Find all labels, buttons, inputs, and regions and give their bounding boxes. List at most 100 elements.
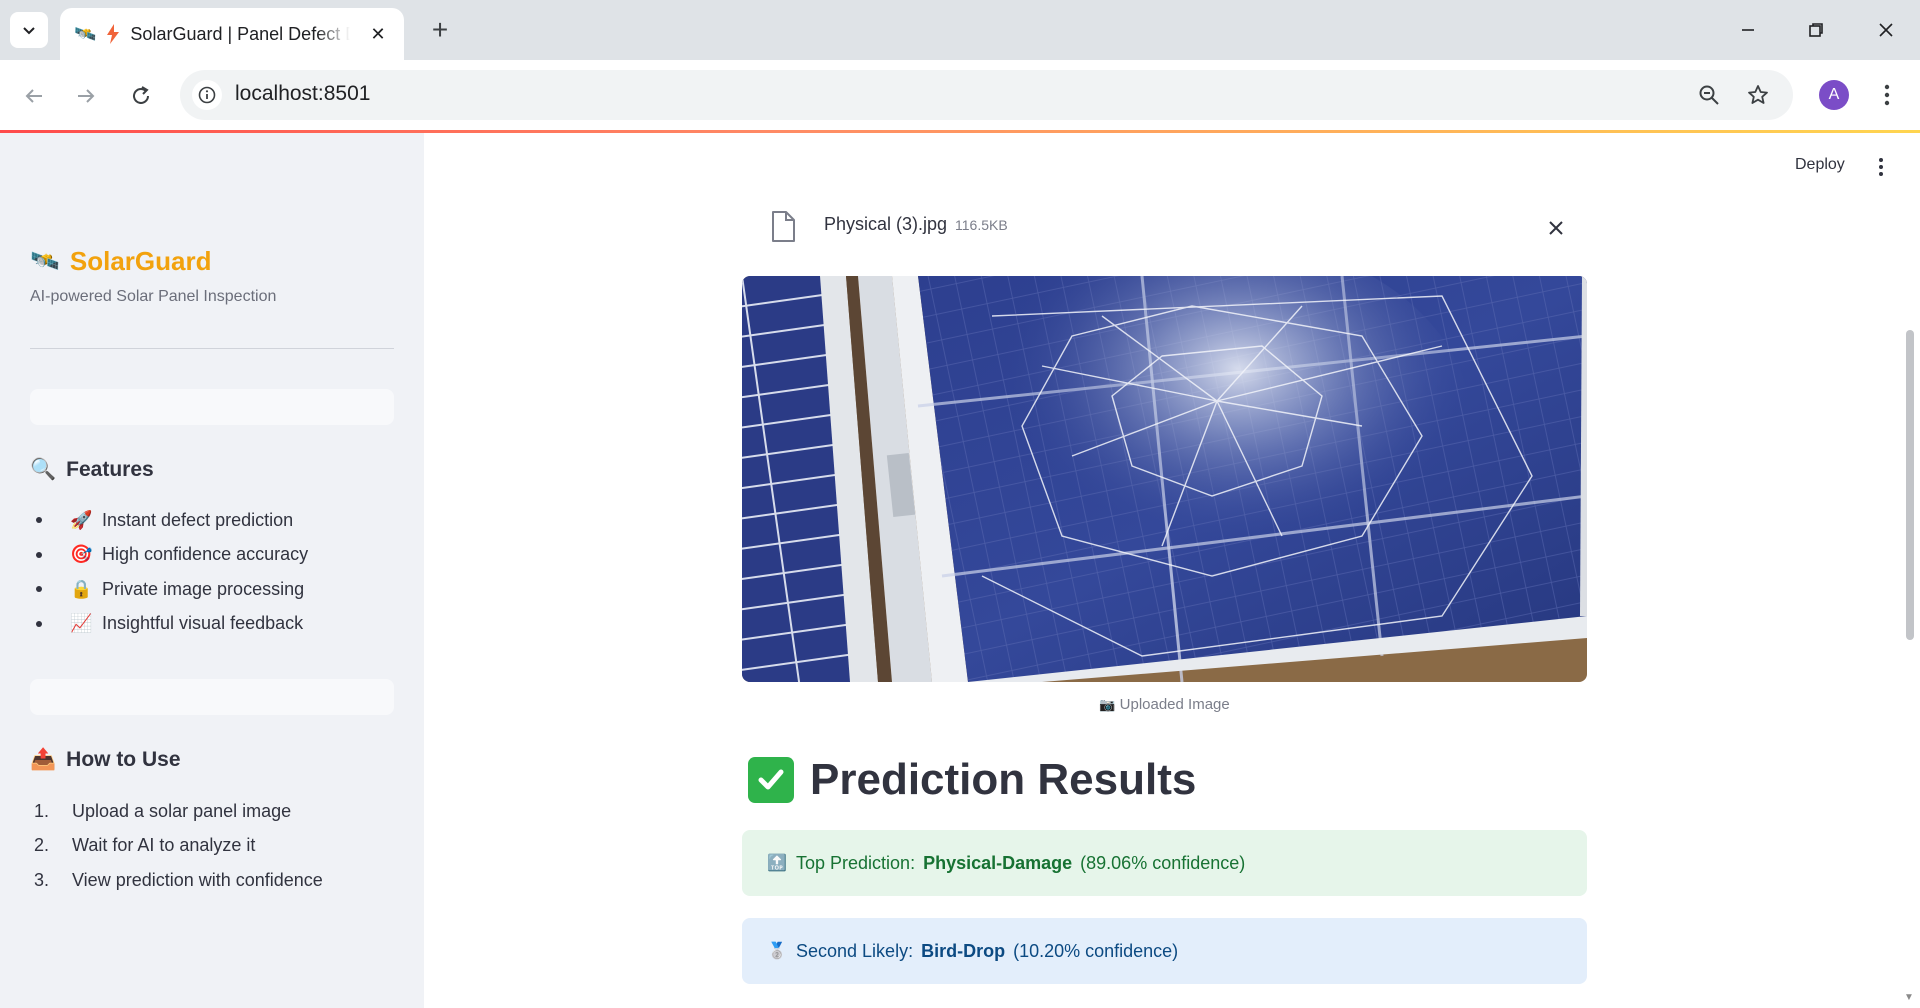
forward-button[interactable] bbox=[66, 76, 106, 116]
app-title: SolarGuard bbox=[69, 246, 212, 276]
sidebar: 🛰️ SolarGuard AI-powered Solar Panel Ins… bbox=[0, 133, 424, 1008]
lock-icon: 🔒 bbox=[70, 578, 93, 599]
file-icon bbox=[768, 210, 798, 249]
camera-icon: 📷 bbox=[1099, 697, 1116, 712]
top-prediction-prefix: Top Prediction: bbox=[796, 852, 916, 873]
features-list: 🚀 Instant defect prediction 🎯 High confide… bbox=[30, 503, 308, 641]
info-icon bbox=[198, 86, 216, 104]
feature-label: Instant defect prediction bbox=[102, 509, 294, 530]
top-arrow-icon: 🔝 bbox=[767, 855, 787, 872]
minimize-button[interactable] bbox=[1728, 12, 1768, 48]
back-button[interactable] bbox=[14, 76, 54, 116]
bullet-dot bbox=[36, 620, 42, 627]
satellite-favicon-icon: 🛰️ bbox=[74, 23, 97, 44]
satellite-icon: 🛰️ bbox=[30, 247, 60, 275]
list-item: 2. Wait for AI to analyze it bbox=[30, 829, 323, 864]
browser-tab-strip: 🛰️ SolarGuard | Panel Defect Detection ✕… bbox=[0, 0, 1920, 60]
sidebar-divider bbox=[30, 348, 394, 349]
arrow-left-icon bbox=[25, 89, 42, 103]
image-caption: 📷 Uploaded Image bbox=[742, 696, 1587, 713]
step-number: 3. bbox=[34, 869, 50, 890]
results-title: Prediction Results bbox=[810, 755, 1197, 804]
app-subtitle: AI-powered Solar Panel Inspection bbox=[30, 288, 277, 305]
sidebar-spacer-box bbox=[30, 679, 394, 715]
feature-label: Insightful visual feedback bbox=[102, 613, 304, 634]
list-item: 1. Upload a solar panel image bbox=[30, 794, 323, 829]
step-label: Wait for AI to analyze it bbox=[72, 835, 256, 856]
second-prediction-prefix: Second Likely: bbox=[796, 940, 914, 961]
outbox-tray-icon: 📤 bbox=[30, 748, 57, 771]
zoom-button[interactable] bbox=[1692, 78, 1726, 112]
sidebar-brand: 🛰️ SolarGuard bbox=[30, 246, 211, 277]
site-info-button[interactable] bbox=[192, 80, 222, 110]
browser-tab-active[interactable]: 🛰️ SolarGuard | Panel Defect Detection ✕ bbox=[60, 8, 404, 60]
step-label: Upload a solar panel image bbox=[72, 800, 292, 821]
image-caption-text: Uploaded Image bbox=[1119, 696, 1230, 713]
bullet-dot bbox=[36, 586, 42, 593]
address-bar[interactable] bbox=[180, 70, 1793, 120]
deploy-button[interactable]: Deploy bbox=[1795, 156, 1845, 174]
step-label: View prediction with confidence bbox=[72, 869, 323, 890]
zoom-out-icon bbox=[1699, 85, 1719, 105]
rocket-icon: 🚀 bbox=[70, 509, 93, 530]
step-number: 2. bbox=[34, 835, 50, 856]
app-menu-button[interactable] bbox=[1868, 154, 1894, 180]
arrow-right-icon bbox=[78, 89, 95, 103]
new-tab-button[interactable]: + bbox=[424, 14, 456, 46]
step-number: 1. bbox=[34, 800, 50, 821]
chart-up-icon: 📈 bbox=[70, 613, 93, 634]
more-vertical-icon bbox=[1884, 84, 1890, 106]
list-item: 🚀 Instant defect prediction bbox=[30, 503, 308, 538]
magnifier-icon: 🔍 bbox=[30, 458, 57, 481]
close-icon bbox=[1549, 221, 1563, 235]
lightning-icon bbox=[107, 24, 120, 44]
remove-file-button[interactable] bbox=[1542, 214, 1570, 242]
check-mark-icon bbox=[748, 757, 794, 803]
how-to-heading-text: How to Use bbox=[66, 748, 181, 771]
results-heading: Prediction Results bbox=[748, 755, 1196, 805]
tab-close-icon[interactable]: ✕ bbox=[366, 24, 390, 45]
how-to-steps: 1. Upload a solar panel image 2. Wait for … bbox=[30, 794, 323, 898]
more-vertical-icon bbox=[1879, 158, 1883, 176]
top-prediction-alert: 🔝 Top Prediction: Physical-Damage (89.06… bbox=[742, 830, 1587, 896]
uploaded-file-size: 116.5KB bbox=[955, 217, 1008, 233]
list-item: 🔒 Private image processing bbox=[30, 572, 308, 607]
target-icon: 🎯 bbox=[70, 544, 93, 565]
top-prediction-label: Physical-Damage bbox=[923, 852, 1073, 873]
star-icon bbox=[1748, 85, 1768, 104]
tab-search-button[interactable] bbox=[10, 12, 48, 48]
browser-menu-button[interactable] bbox=[1872, 78, 1902, 112]
close-icon bbox=[1879, 23, 1893, 37]
url-text[interactable]: localhost:8501 bbox=[235, 82, 370, 106]
second-prediction-confidence: (10.20% confidence) bbox=[1013, 940, 1179, 961]
minimize-icon bbox=[1742, 29, 1754, 31]
sidebar-spacer-box bbox=[30, 389, 394, 425]
uploaded-file-name: Physical (3).jpg bbox=[824, 214, 948, 234]
reload-button[interactable] bbox=[121, 76, 161, 116]
list-item: 3. View prediction with confidence bbox=[30, 863, 323, 898]
bookmark-button[interactable] bbox=[1741, 78, 1775, 112]
second-prediction-alert: 🥈 Second Likely: Bird-Drop (10.20% confi… bbox=[742, 918, 1587, 984]
scroll-down-arrow-icon[interactable]: ▼ bbox=[1904, 992, 1914, 1003]
tab-title: SolarGuard | Panel Defect Detection bbox=[130, 23, 350, 44]
restore-button[interactable] bbox=[1796, 12, 1836, 48]
page-scrollbar-thumb[interactable] bbox=[1906, 330, 1914, 640]
chevron-down-icon bbox=[23, 27, 35, 35]
top-prediction-confidence: (89.06% confidence) bbox=[1080, 852, 1246, 873]
feature-label: High confidence accuracy bbox=[102, 544, 309, 565]
list-item: 🎯 High confidence accuracy bbox=[30, 538, 308, 573]
profile-avatar[interactable]: A bbox=[1819, 80, 1849, 110]
features-heading: 🔍 Features bbox=[30, 458, 154, 482]
second-prediction-label: Bird-Drop bbox=[921, 940, 1006, 961]
close-window-button[interactable] bbox=[1866, 12, 1906, 48]
restore-icon bbox=[1809, 23, 1823, 37]
bullet-dot bbox=[36, 517, 42, 524]
reload-icon bbox=[133, 86, 149, 104]
uploaded-image bbox=[742, 276, 1587, 682]
bullet-dot bbox=[36, 551, 42, 558]
features-heading-text: Features bbox=[66, 458, 154, 481]
list-item: 📈 Insightful visual feedback bbox=[30, 607, 308, 642]
how-to-heading: 📤 How to Use bbox=[30, 748, 181, 772]
feature-label: Private image processing bbox=[102, 578, 305, 599]
second-place-medal-icon: 🥈 bbox=[767, 943, 787, 960]
